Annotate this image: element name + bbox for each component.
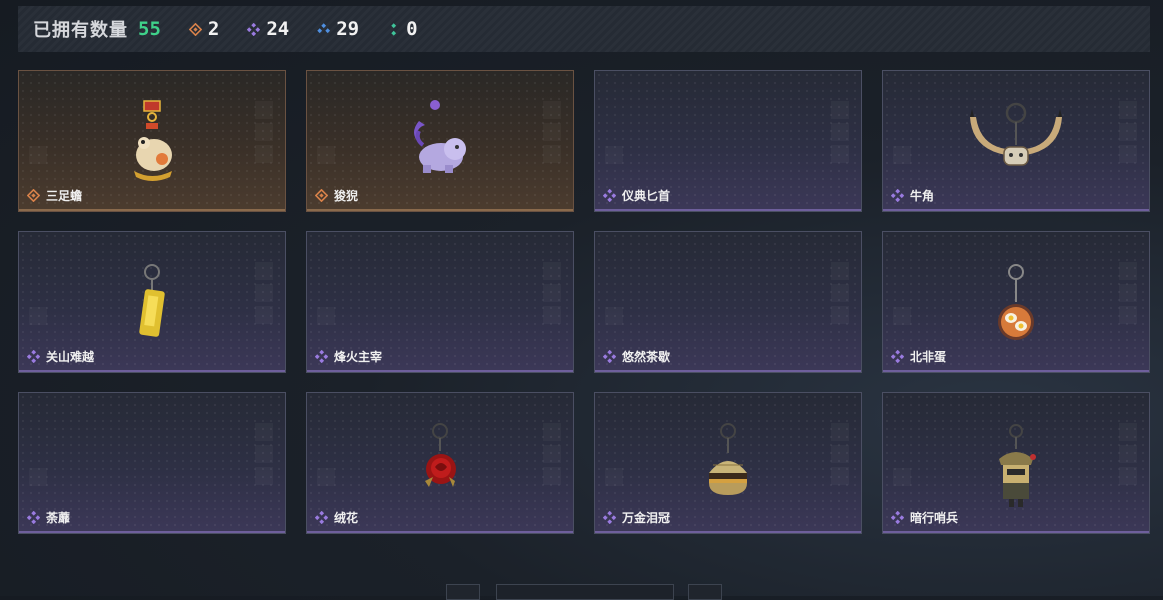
rarity-stat-orange: 2 (188, 18, 220, 40)
item-label: 绒花 (315, 509, 358, 526)
owned-summary-bar: 已拥有数量 55 2 24 29 0 (18, 6, 1150, 52)
card-decoration (29, 146, 47, 164)
rarity-stat-purple: 24 (247, 18, 289, 40)
item-label: 悠然茶歇 (603, 348, 670, 365)
item-card[interactable]: 绒花 (306, 392, 574, 534)
horns-charm-image (966, 99, 1066, 183)
item-card[interactable]: 万金泪冠 (594, 392, 862, 534)
card-decoration (831, 262, 853, 322)
blue-rarity-icon (317, 22, 331, 36)
green-rarity-icon (387, 22, 400, 36)
card-decoration (1119, 101, 1141, 161)
purple-rarity-icon (27, 350, 40, 363)
purple-rarity-icon (891, 511, 904, 524)
card-decoration (605, 146, 623, 164)
item-label: 暗行哨兵 (891, 509, 958, 526)
purple-rarity-icon (891, 350, 904, 363)
item-name: 烽火主宰 (334, 350, 383, 364)
burger-charm-image (703, 421, 753, 510)
card-decoration (893, 146, 911, 164)
card-decoration (317, 146, 335, 164)
item-card[interactable]: 关山难越 (18, 231, 286, 373)
item-label: 仪典匕首 (603, 187, 670, 204)
toad-charm-image (122, 99, 182, 193)
item-label: 三足蟾 (27, 187, 82, 204)
item-label: 关山难越 (27, 348, 94, 365)
item-name: 暗行哨兵 (910, 511, 959, 525)
card-decoration (831, 423, 853, 483)
item-name: 北非蛋 (910, 350, 947, 364)
card-decoration (255, 101, 277, 161)
card-decoration (1119, 262, 1141, 322)
orange-rarity-icon (315, 189, 328, 202)
item-label: 牛角 (891, 187, 934, 204)
purple-rarity-icon (603, 511, 616, 524)
item-label: 万金泪冠 (603, 509, 670, 526)
card-decoration (605, 468, 623, 486)
card-decoration (255, 423, 277, 483)
card-decoration (893, 307, 911, 325)
item-card[interactable]: 狻猊 (306, 70, 574, 212)
gold-bar-charm-image (132, 260, 172, 354)
purple-rarity-icon (315, 350, 328, 363)
item-label: 荼蘼 (27, 509, 70, 526)
item-card[interactable]: 北非蛋 (882, 231, 1150, 373)
next-page-button[interactable] (688, 584, 722, 600)
item-card[interactable]: 烽火主宰 (306, 231, 574, 373)
item-name: 悠然茶歇 (622, 350, 671, 364)
card-decoration (543, 262, 565, 322)
rarity-stat-blue: 29 (317, 18, 359, 40)
owned-label: 已拥有数量 (33, 20, 128, 41)
lion-charm-image (405, 99, 475, 183)
item-card[interactable]: 三足蟾 (18, 70, 286, 212)
orange-rarity-icon (188, 22, 202, 36)
item-card[interactable]: 悠然茶歇 (594, 231, 862, 373)
item-card[interactable]: 荼蘼 (18, 392, 286, 534)
card-decoration (543, 101, 565, 161)
item-name: 三足蟾 (46, 189, 83, 203)
sentinel-charm-image (991, 421, 1041, 515)
item-name: 万金泪冠 (622, 511, 671, 525)
item-name: 仪典匕首 (622, 189, 671, 203)
green-count: 0 (406, 18, 418, 40)
purple-rarity-icon (315, 511, 328, 524)
orange-rarity-icon (27, 189, 40, 202)
card-decoration (893, 468, 911, 486)
rarity-stat-green: 0 (387, 18, 418, 40)
page-indicator (496, 584, 674, 600)
owned-count: 55 (138, 18, 161, 40)
item-name: 荼蘼 (46, 511, 71, 525)
prev-page-button[interactable] (446, 584, 480, 600)
egg-plate-charm-image (991, 260, 1041, 354)
card-decoration (543, 423, 565, 483)
orange-count: 2 (207, 18, 220, 40)
item-card[interactable]: 仪典匕首 (594, 70, 862, 212)
item-name: 牛角 (910, 189, 935, 203)
card-decoration (1119, 423, 1141, 483)
item-label: 烽火主宰 (315, 348, 382, 365)
pager (0, 584, 1163, 600)
item-name: 狻猊 (334, 189, 359, 203)
card-decoration (605, 307, 623, 325)
card-decoration (255, 262, 277, 322)
item-card[interactable]: 暗行哨兵 (882, 392, 1150, 534)
purple-rarity-icon (603, 350, 616, 363)
card-decoration (29, 468, 47, 486)
rose-charm-image (415, 421, 465, 505)
card-decoration (317, 307, 335, 325)
card-decoration (317, 468, 335, 486)
card-decoration (29, 307, 47, 325)
item-label: 北非蛋 (891, 348, 946, 365)
purple-rarity-icon (27, 511, 40, 524)
purple-count: 24 (266, 18, 290, 40)
purple-rarity-icon (891, 189, 904, 202)
purple-rarity-icon (247, 22, 261, 36)
purple-rarity-icon (603, 189, 616, 202)
item-label: 狻猊 (315, 187, 358, 204)
item-name: 关山难越 (46, 350, 95, 364)
item-card[interactable]: 牛角 (882, 70, 1150, 212)
blue-count: 29 (336, 18, 360, 40)
item-name: 绒花 (334, 511, 359, 525)
card-decoration (831, 101, 853, 161)
